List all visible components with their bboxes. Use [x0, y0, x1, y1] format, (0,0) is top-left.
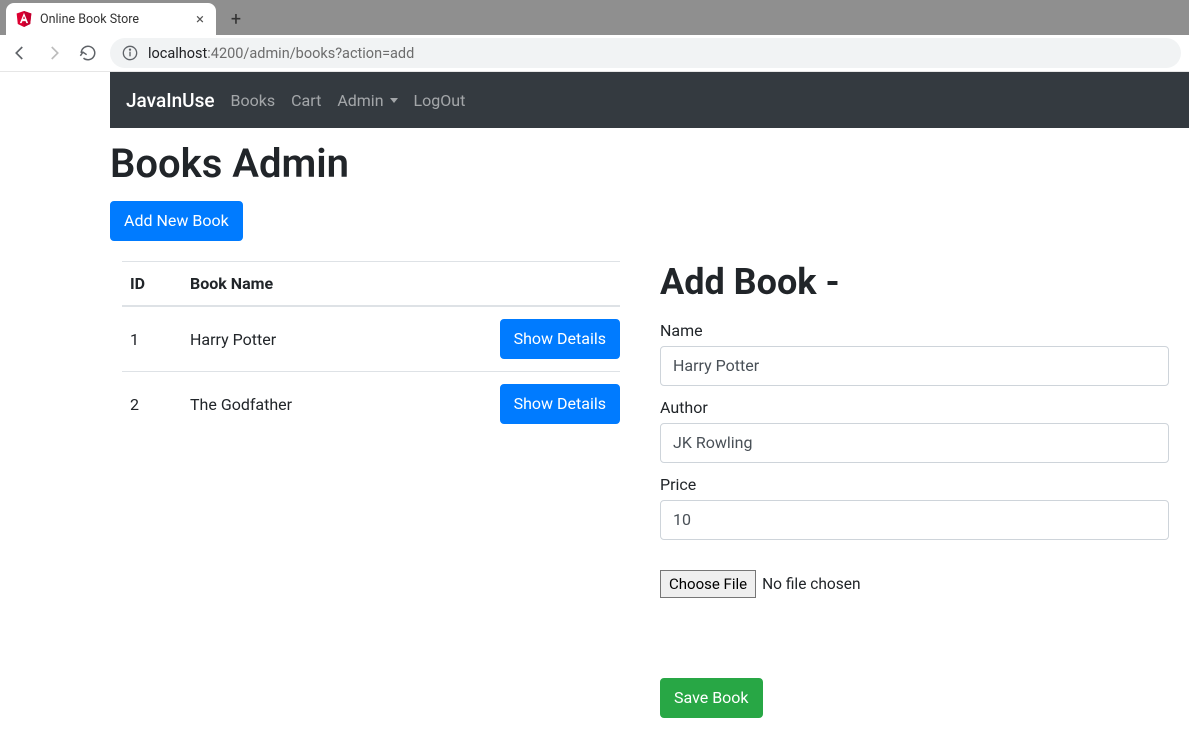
- save-book-button[interactable]: Save Book: [660, 678, 763, 718]
- close-tab-icon[interactable]: ×: [194, 10, 206, 28]
- tab-title: Online Book Store: [40, 12, 139, 27]
- no-file-text: No file chosen: [762, 575, 860, 593]
- cell-id: 2: [122, 372, 182, 437]
- reload-icon[interactable]: [76, 41, 100, 65]
- choose-file-button[interactable]: Choose File: [660, 570, 756, 598]
- browser-tab-strip: Online Book Store × +: [0, 0, 1189, 35]
- browser-address-bar: localhost:4200/admin/books?action=add: [0, 35, 1189, 72]
- nav-logout[interactable]: LogOut: [414, 91, 466, 110]
- name-label: Name: [660, 321, 1169, 340]
- table-row: 1 Harry Potter Show Details: [122, 306, 620, 372]
- col-id-header: ID: [122, 262, 182, 307]
- show-details-button[interactable]: Show Details: [500, 319, 620, 359]
- browser-tab[interactable]: Online Book Store ×: [6, 3, 216, 35]
- nav-books[interactable]: Books: [231, 91, 276, 110]
- nav-cart[interactable]: Cart: [291, 91, 321, 110]
- app-navbar: JavaInUse Books Cart Admin LogOut: [110, 72, 1189, 128]
- page-title: Books Admin: [110, 140, 1189, 187]
- price-field[interactable]: [660, 500, 1169, 540]
- name-field[interactable]: [660, 346, 1169, 386]
- form-title: Add Book -: [660, 261, 1169, 303]
- col-name-header: Book Name: [182, 262, 470, 307]
- books-table: ID Book Name 1 Harry Potter Show Details: [122, 261, 620, 436]
- show-details-button[interactable]: Show Details: [500, 384, 620, 424]
- angular-favicon-icon: [16, 11, 32, 27]
- site-info-icon[interactable]: [122, 45, 138, 61]
- cell-name: The Godfather: [182, 372, 470, 437]
- nav-admin-dropdown[interactable]: Admin: [337, 91, 397, 110]
- table-row: 2 The Godfather Show Details: [122, 372, 620, 437]
- chevron-down-icon: [390, 98, 398, 103]
- col-action-header: [470, 262, 620, 307]
- cell-name: Harry Potter: [182, 306, 470, 372]
- author-label: Author: [660, 398, 1169, 417]
- cell-id: 1: [122, 306, 182, 372]
- price-label: Price: [660, 475, 1169, 494]
- url-bar[interactable]: localhost:4200/admin/books?action=add: [110, 38, 1181, 68]
- new-tab-button[interactable]: +: [222, 5, 250, 33]
- url-text: localhost:4200/admin/books?action=add: [148, 45, 414, 62]
- brand[interactable]: JavaInUse: [126, 89, 215, 112]
- forward-icon[interactable]: [42, 41, 66, 65]
- back-icon[interactable]: [8, 41, 32, 65]
- add-new-book-button[interactable]: Add New Book: [110, 201, 243, 241]
- author-field[interactable]: [660, 423, 1169, 463]
